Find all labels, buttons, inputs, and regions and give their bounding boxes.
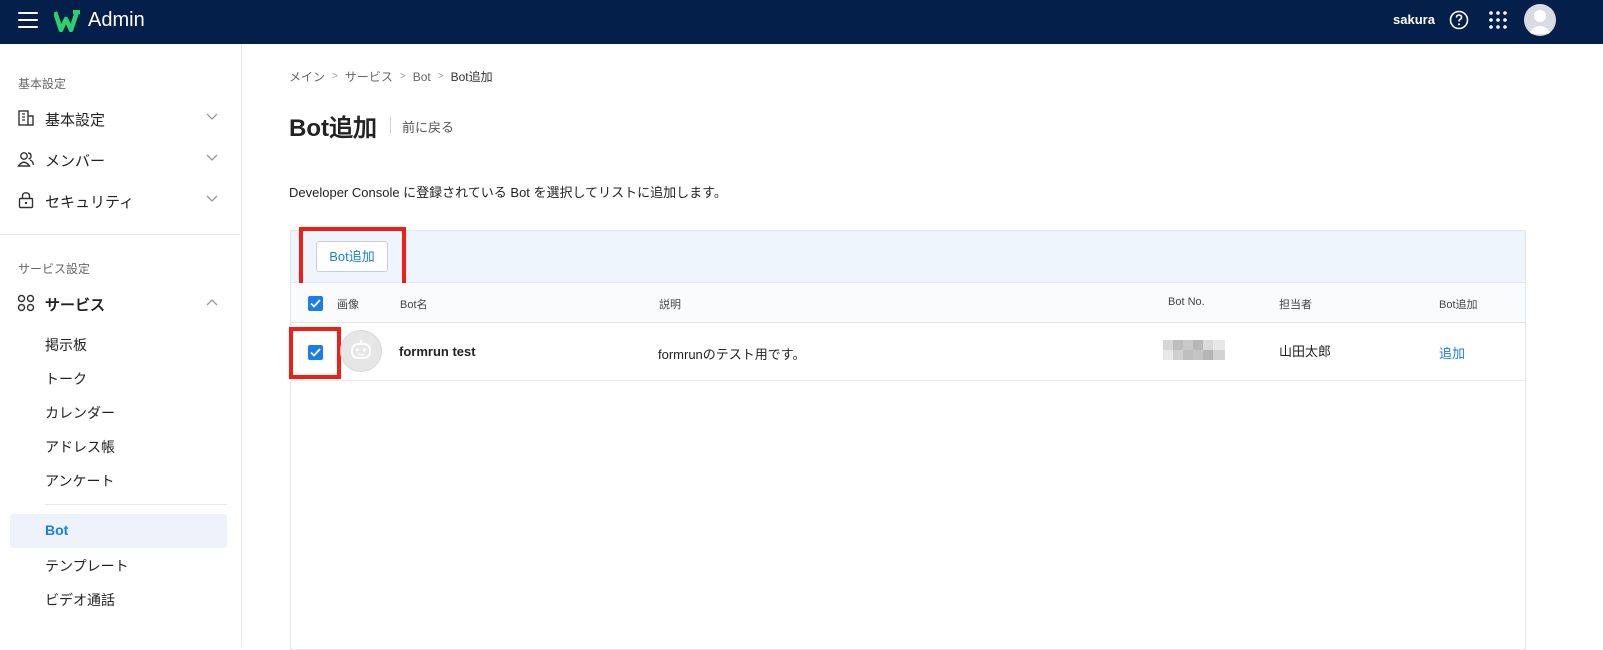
column-header-image: 画像 (337, 299, 359, 311)
sidebar-item-members[interactable]: メンバー (0, 142, 240, 176)
chevron-right-icon: > (437, 71, 444, 82)
building-icon (18, 110, 34, 126)
column-header-bot-name: Bot名 (400, 299, 428, 311)
apps-icon (17, 294, 35, 312)
chevron-down-icon (206, 154, 218, 161)
breadcrumb: メイン > サービス > Bot > Bot追加 (289, 68, 493, 85)
sidebar-sub-video-call[interactable]: ビデオ通話 (45, 590, 115, 610)
breadcrumb-services[interactable]: サービス (345, 68, 393, 85)
bot-table-panel: Bot追加 画像 Bot名 説明 Bot No. 担当者 Bot追加 formr… (289, 227, 1526, 650)
sidebar-sub-bot[interactable]: Bot (45, 522, 68, 538)
sidebar-item-basic-settings[interactable]: 基本設定 (0, 101, 240, 135)
user-avatar[interactable] (1524, 4, 1556, 36)
table-toolbar: Bot追加 (291, 227, 1525, 288)
chevron-up-icon (206, 299, 218, 306)
sidebar-item-label: セキュリティ (45, 194, 135, 211)
sidebar-sub-bulletin[interactable]: 掲示板 (45, 335, 87, 355)
sidebar-sub-calendar[interactable]: カレンダー (45, 403, 115, 423)
chevron-right-icon: > (332, 71, 338, 82)
column-header-owner: 担当者 (1279, 299, 1312, 311)
app-title: Admin (88, 9, 145, 31)
section-title-basic: 基本設定 (18, 77, 67, 91)
back-link[interactable]: 前に戻る (402, 117, 454, 136)
section-title-services: サービス設定 (18, 262, 91, 276)
sidebar-sub-address-book[interactable]: アドレス帳 (45, 437, 115, 457)
sidebar-sub-divider (45, 504, 227, 505)
column-header-description: 説明 (659, 299, 681, 311)
add-bot-button[interactable]: Bot追加 (316, 241, 388, 272)
sidebar-sub-talk[interactable]: トーク (45, 369, 87, 389)
sidebar-active-background (10, 514, 227, 548)
lock-icon (18, 192, 34, 209)
sidebar-item-label: サービス (45, 297, 106, 314)
bot-owner: 山田太郎 (1279, 344, 1332, 359)
chevron-down-icon (206, 113, 218, 120)
column-header-add: Bot追加 (1439, 299, 1478, 311)
row-checkbox[interactable] (308, 345, 323, 360)
menu-icon[interactable] (18, 12, 38, 30)
select-all-checkbox[interactable] (308, 296, 323, 311)
bot-name: formrun test (399, 344, 476, 359)
top-bar: Admin sakura (0, 0, 1603, 44)
breadcrumb-main[interactable]: メイン (289, 68, 325, 85)
sidebar-item-security[interactable]: セキュリティ (0, 183, 240, 217)
sidebar-divider (0, 234, 240, 235)
bot-description: formrunのテスト用です。 (658, 347, 806, 362)
bot-number-redacted (1163, 340, 1225, 360)
column-header-bot-no: Bot No. (1168, 296, 1205, 308)
user-icon (1528, 10, 1552, 34)
add-bot-link[interactable]: 追加 (1439, 343, 1465, 362)
breadcrumb-current: Bot追加 (450, 70, 493, 84)
table-row: formrun test formrunのテスト用です。 山田太郎 追加 (289, 323, 1525, 381)
title-divider (390, 116, 391, 134)
chevron-down-icon (206, 195, 218, 202)
main-content: メイン > サービス > Bot > Bot追加 Bot追加 前に戻る Deve… (242, 44, 1603, 650)
bot-face-icon (351, 340, 371, 359)
sidebar-sub-template[interactable]: テンプレート (45, 556, 129, 576)
chevron-right-icon: > (399, 71, 406, 82)
page-title: Bot追加 (289, 115, 377, 142)
apps-grid-icon[interactable] (1488, 10, 1508, 30)
sidebar-item-label: 基本設定 (45, 112, 106, 129)
sidebar-item-label: メンバー (45, 153, 106, 170)
help-icon[interactable] (1449, 10, 1469, 30)
check-icon (310, 348, 321, 357)
bot-avatar (340, 330, 382, 372)
page-description: Developer Console に登録されている Bot を選択してリストに… (289, 185, 727, 200)
username[interactable]: sakura (1393, 12, 1435, 27)
check-icon (310, 299, 321, 308)
sidebar-item-services[interactable]: サービス (0, 286, 240, 320)
sidebar: 基本設定 基本設定 メンバー セキュリティ サービス設定 サービス 掲示板 トー… (0, 44, 242, 647)
sidebar-sub-survey[interactable]: アンケート (45, 471, 114, 491)
members-icon (17, 152, 35, 167)
breadcrumb-bot[interactable]: Bot (413, 70, 431, 84)
logo-icon (54, 10, 80, 32)
table-header: 画像 Bot名 説明 Bot No. 担当者 Bot追加 (291, 283, 1525, 323)
